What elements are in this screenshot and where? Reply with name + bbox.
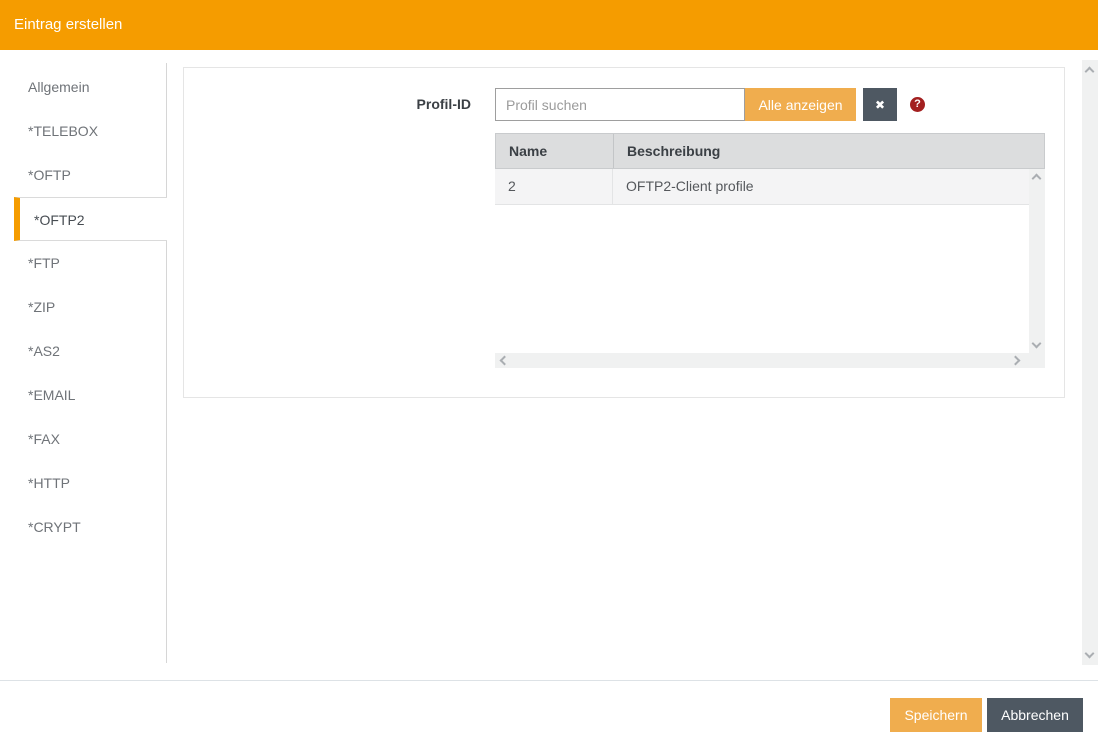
page-scroll-down-icon[interactable] <box>1085 649 1095 659</box>
table-header: Name Beschreibung <box>495 133 1045 169</box>
dialog-footer: Speichern Abbrechen <box>0 680 1098 746</box>
sidebar-item-ftp[interactable]: *FTP <box>0 241 166 285</box>
column-header-name[interactable]: Name <box>496 134 614 168</box>
table-body: 2 OFTP2-Client profile <box>495 169 1029 353</box>
sidebar-item-label: *AS2 <box>28 343 60 359</box>
sidebar-item-label: Allgemein <box>28 79 89 95</box>
sidebar-item-oftp2[interactable]: *OFTP2 <box>14 197 167 241</box>
sidebar-item-oftp[interactable]: *OFTP <box>0 153 166 197</box>
sidebar-item-label: *FTP <box>28 255 60 271</box>
scroll-left-icon[interactable] <box>500 356 510 366</box>
sidebar-item-label: *HTTP <box>28 475 70 491</box>
sidebar-item-label: *ZIP <box>28 299 55 315</box>
sidebar-item-label: *CRYPT <box>28 519 81 535</box>
profile-search-input[interactable] <box>495 88 745 121</box>
sidebar-item-zip[interactable]: *ZIP <box>0 285 166 329</box>
dialog-titlebar: Eintrag erstellen <box>0 0 1098 50</box>
sidebar-item-label: *EMAIL <box>28 387 75 403</box>
column-header-description[interactable]: Beschreibung <box>614 134 1044 168</box>
sidebar-item-crypt[interactable]: *CRYPT <box>0 505 166 549</box>
show-all-button[interactable]: Alle anzeigen <box>745 88 856 121</box>
page-vertical-scrollbar[interactable] <box>1082 60 1098 665</box>
sidebar-item-telebox[interactable]: *TELEBOX <box>0 109 166 153</box>
scroll-up-icon[interactable] <box>1032 174 1042 184</box>
close-icon: ✖ <box>875 98 885 112</box>
help-icon[interactable]: ? <box>910 97 925 112</box>
page-scroll-up-icon[interactable] <box>1085 67 1095 77</box>
content-panel: Profil-ID Alle anzeigen ✖ ? Name Beschre… <box>183 67 1065 398</box>
sidebar-item-fax[interactable]: *FAX <box>0 417 166 461</box>
sidebar-nav: Allgemein *TELEBOX *OFTP *OFTP2 *FTP *ZI… <box>0 63 167 663</box>
sidebar-item-label: *OFTP <box>28 167 71 183</box>
table-row[interactable]: 2 OFTP2-Client profile <box>495 169 1029 205</box>
sidebar-item-as2[interactable]: *AS2 <box>0 329 166 373</box>
sidebar-item-label: *OFTP2 <box>34 212 85 228</box>
scroll-down-icon[interactable] <box>1032 339 1042 349</box>
save-button[interactable]: Speichern <box>890 698 982 732</box>
clear-search-button[interactable]: ✖ <box>863 88 897 121</box>
scroll-right-icon[interactable] <box>1011 356 1021 366</box>
table-vertical-scrollbar[interactable] <box>1029 169 1045 353</box>
sidebar-item-email[interactable]: *EMAIL <box>0 373 166 417</box>
profile-table: Name Beschreibung 2 OFTP2-Client profile <box>495 133 1045 368</box>
sidebar-item-label: *TELEBOX <box>28 123 98 139</box>
dialog-title: Eintrag erstellen <box>14 0 122 50</box>
sidebar-item-allgemein[interactable]: Allgemein <box>0 65 166 109</box>
cell-name: 2 <box>495 169 613 204</box>
sidebar-item-http[interactable]: *HTTP <box>0 461 166 505</box>
sidebar-item-label: *FAX <box>28 431 60 447</box>
table-horizontal-scrollbar[interactable] <box>495 353 1045 368</box>
profile-id-label: Profil-ID <box>184 88 471 121</box>
cell-description: OFTP2-Client profile <box>613 169 1029 204</box>
cancel-button[interactable]: Abbrechen <box>987 698 1083 732</box>
